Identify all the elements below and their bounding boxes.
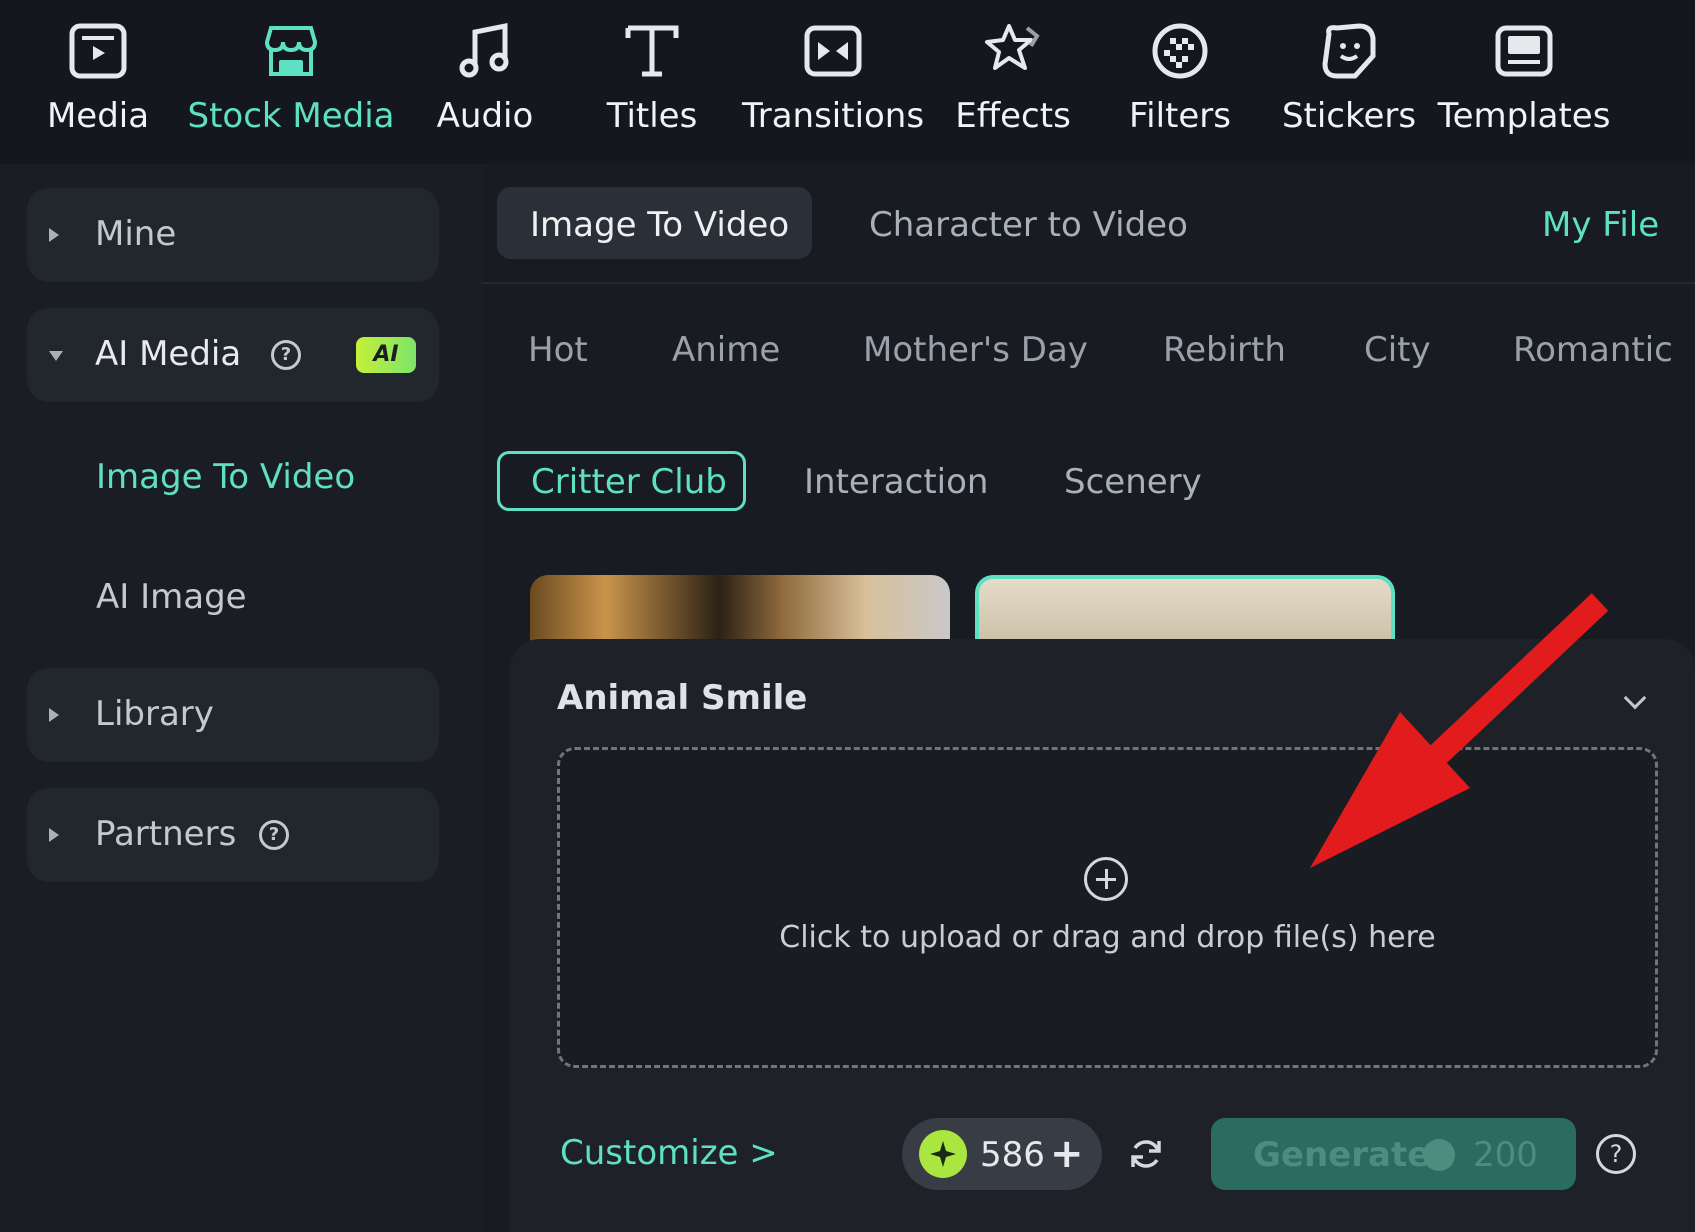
ai-badge: AI [356, 337, 416, 373]
credit-coin-icon [1423, 1139, 1455, 1171]
plus-circle-icon [1084, 857, 1128, 901]
template-thumbnail[interactable] [530, 575, 950, 645]
help-icon[interactable]: ? [1596, 1134, 1636, 1174]
add-credits-button[interactable]: + [1050, 1134, 1084, 1174]
sidebar-item-image-to-video[interactable]: Image To Video [96, 457, 355, 497]
credits-count: 586 [980, 1135, 1045, 1175]
category-romantic[interactable]: Romantic [1513, 330, 1673, 370]
stock-media-icon [258, 20, 324, 82]
sidebar-item-label: AI Media [95, 334, 242, 374]
category-mothers-day[interactable]: Mother's Day [863, 330, 1088, 370]
sidebar-item-label: Library [95, 694, 214, 734]
category-hot[interactable]: Hot [528, 330, 588, 370]
top-toolbar: Media Stock Media Audio Titles Transitio… [0, 0, 1695, 164]
caret-right-icon [49, 828, 59, 842]
caret-down-icon [49, 351, 63, 361]
refresh-icon[interactable] [1128, 1136, 1164, 1172]
toolbar-label: Transitions [741, 96, 925, 136]
sidebar-item-ai-image[interactable]: AI Image [96, 577, 247, 617]
divider [482, 282, 1695, 284]
subcategory-scenery[interactable]: Scenery [1064, 462, 1202, 502]
generate-cost: 200 [1473, 1135, 1538, 1175]
sidebar-item-label: Partners [95, 814, 237, 854]
caret-right-icon [49, 228, 59, 242]
toolbar-label: Stock Media [187, 96, 395, 136]
customize-link[interactable]: Customize > [560, 1133, 778, 1173]
subcategory-label: Critter Club [531, 462, 727, 502]
toolbar-label: Stickers [1281, 96, 1417, 136]
category-city[interactable]: City [1364, 330, 1431, 370]
effects-star-icon [980, 20, 1046, 82]
template-thumbnail-selected[interactable] [975, 575, 1395, 645]
upload-dropzone[interactable] [557, 747, 1658, 1068]
toolbar-label: Audio [436, 96, 534, 136]
toolbar-stickers[interactable]: Stickers [1282, 0, 1416, 164]
sidebar-item-mine[interactable]: Mine [27, 188, 439, 282]
toolbar-label: Titles [606, 96, 698, 136]
help-icon[interactable]: ? [259, 820, 289, 850]
credit-coin-icon [919, 1130, 967, 1178]
category-anime[interactable]: Anime [672, 330, 780, 370]
toolbar-stock-media[interactable]: Stock Media [187, 0, 395, 164]
toolbar-transitions[interactable]: Transitions [742, 0, 924, 164]
toolbar-media[interactable]: Media [43, 0, 153, 164]
tab-label: Image To Video [530, 205, 790, 245]
toolbar-audio[interactable]: Audio [433, 0, 537, 164]
sidebar-item-partners[interactable]: Partners ? [27, 788, 439, 882]
upload-hint: Click to upload or drag and drop file(s)… [779, 920, 1436, 955]
toolbar-templates[interactable]: Templates [1438, 0, 1610, 164]
toolbar-effects[interactable]: Effects [955, 0, 1071, 164]
music-note-icon [452, 20, 518, 82]
subcategory-interaction[interactable]: Interaction [804, 462, 988, 502]
panel-title: Animal Smile [557, 678, 808, 718]
toolbar-label: Effects [955, 96, 1071, 136]
my-file-link[interactable]: My File [1542, 205, 1659, 245]
toolbar-label: Filters [1129, 96, 1231, 136]
toolbar-titles[interactable]: Titles [607, 0, 697, 164]
help-icon[interactable]: ? [271, 340, 301, 370]
toolbar-filters[interactable]: Filters [1129, 0, 1231, 164]
generate-label: Generate [1253, 1135, 1431, 1175]
media-icon [65, 20, 131, 82]
tab-character-to-video[interactable]: Character to Video [869, 205, 1188, 245]
category-rebirth[interactable]: Rebirth [1163, 330, 1286, 370]
caret-right-icon [49, 708, 59, 722]
text-t-icon [619, 20, 685, 82]
toolbar-label: Templates [1437, 96, 1611, 136]
toolbar-label: Media [46, 96, 150, 136]
sidebar-item-label: Mine [95, 214, 177, 254]
templates-icon [1491, 20, 1557, 82]
sidebar-item-library[interactable]: Library [27, 668, 439, 762]
sticker-icon [1316, 20, 1382, 82]
filters-icon [1147, 20, 1213, 82]
transitions-icon [800, 20, 866, 82]
sidebar-item-ai-media[interactable]: AI Media ? AI [27, 308, 439, 402]
